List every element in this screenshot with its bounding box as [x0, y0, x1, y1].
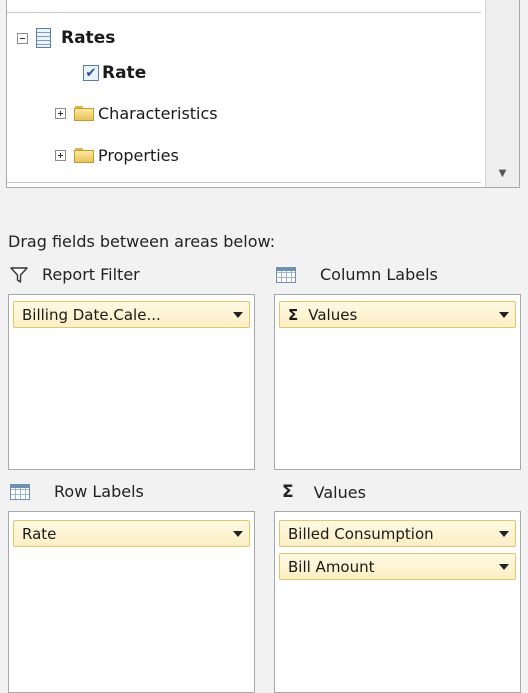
area-title: Report Filter: [42, 265, 140, 284]
area-title: Values: [313, 482, 366, 502]
area-title: Row Labels: [54, 482, 144, 501]
sigma-icon: Σ: [282, 482, 294, 502]
dropdown-arrow-icon[interactable]: [233, 311, 243, 318]
field-chip-label: Values: [308, 305, 358, 324]
field-chip-label: Billed Consumption: [288, 524, 434, 543]
field-chip-rate[interactable]: Rate: [13, 520, 250, 547]
pivot-field-list: Rates ✔ Rate Characteristics Properties …: [6, 0, 520, 188]
report-filter-area[interactable]: Billing Date.Cale...: [8, 294, 255, 470]
tree-item-label: Characteristics: [98, 104, 218, 123]
field-chip-values[interactable]: Σ Values: [279, 301, 516, 328]
field-list-divider: [7, 12, 481, 13]
field-chip-billed-consumption[interactable]: Billed Consumption: [279, 520, 516, 547]
folder-icon: [74, 148, 94, 163]
grid-icon: [276, 266, 296, 283]
sigma-icon: Σ: [288, 305, 299, 324]
column-labels-header: Column Labels: [276, 265, 438, 284]
dropdown-arrow-icon[interactable]: [233, 530, 243, 537]
tree-item-rate[interactable]: ✔ Rate: [83, 63, 146, 83]
values-area[interactable]: Billed Consumption Bill Amount: [274, 511, 521, 693]
report-filter-header: Report Filter: [10, 265, 140, 284]
scroll-down-icon[interactable]: ▼: [486, 168, 519, 179]
field-chip-label: Bill Amount: [288, 557, 375, 576]
field-chip-label: Billing Date.Cale...: [22, 305, 161, 324]
field-chip-bill-amount[interactable]: Bill Amount: [279, 553, 516, 580]
column-labels-area[interactable]: Σ Values: [274, 294, 521, 470]
folder-icon: [74, 106, 94, 121]
field-list-divider: [7, 182, 481, 183]
dropdown-arrow-icon[interactable]: [499, 530, 509, 537]
tree-item-characteristics[interactable]: Characteristics: [55, 104, 218, 123]
collapse-icon[interactable]: [17, 32, 28, 44]
row-labels-area[interactable]: Rate: [8, 511, 255, 693]
expand-icon[interactable]: [55, 108, 66, 119]
vertical-scrollbar[interactable]: ▼: [485, 0, 519, 187]
filter-icon: [10, 266, 28, 283]
checkbox-checked-icon[interactable]: ✔: [83, 65, 99, 81]
field-chip-label: Rate: [22, 524, 57, 543]
row-labels-header: Row Labels: [10, 482, 144, 501]
tree-item-label: Rate: [102, 63, 147, 83]
tree-item-properties[interactable]: Properties: [55, 146, 179, 165]
tree-item-label: Rates: [61, 28, 116, 48]
drag-instruction: Drag fields between areas below:: [8, 232, 276, 251]
values-header: Σ Values: [282, 482, 366, 502]
expand-icon[interactable]: [55, 150, 66, 161]
table-icon: [36, 28, 51, 48]
field-chip-billing-date[interactable]: Billing Date.Cale...: [13, 301, 250, 328]
area-title: Column Labels: [320, 265, 438, 284]
tree-item-rates[interactable]: Rates: [17, 28, 115, 48]
dropdown-arrow-icon[interactable]: [499, 311, 509, 318]
grid-icon: [10, 483, 30, 500]
dropdown-arrow-icon[interactable]: [499, 563, 509, 570]
tree-item-label: Properties: [98, 146, 179, 165]
